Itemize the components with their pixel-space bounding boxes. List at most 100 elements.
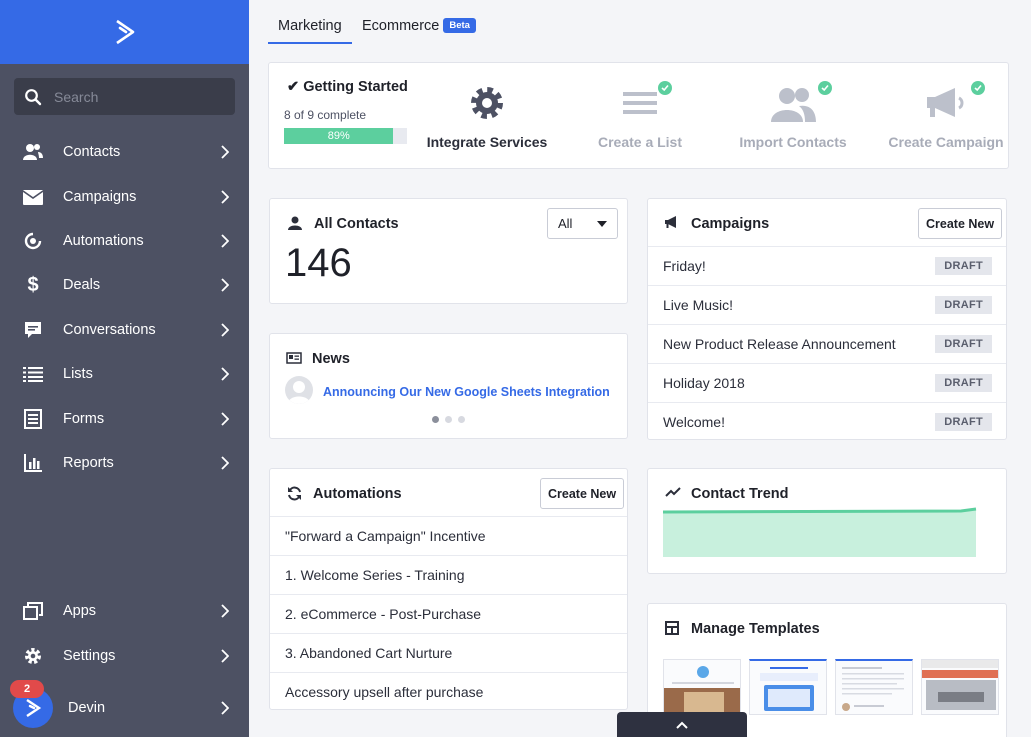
carousel-dot[interactable] xyxy=(445,416,452,423)
step-integrate-services[interactable]: Integrate Services xyxy=(412,81,562,150)
create-automation-button[interactable]: Create New xyxy=(540,478,625,509)
campaign-row[interactable]: Welcome! DRAFT xyxy=(648,402,1006,439)
list-icon xyxy=(22,363,44,385)
contact-count: 146 xyxy=(285,241,352,285)
contacts-filter-select[interactable]: All xyxy=(547,208,618,239)
campaign-row[interactable]: Live Music! DRAFT xyxy=(648,285,1006,324)
sidebar-item-campaigns[interactable]: Campaigns xyxy=(0,177,249,217)
form-icon xyxy=(22,408,44,430)
trend-line-icon xyxy=(665,486,681,502)
sidebar-item-label: Conversations xyxy=(63,322,156,338)
getting-started-title: ✔ Getting Started xyxy=(287,79,408,95)
carousel-dot[interactable] xyxy=(432,416,439,423)
contact-trend-card: Contact Trend xyxy=(647,468,1007,574)
campaign-name: Holiday 2018 xyxy=(663,375,745,391)
megaphone-icon xyxy=(927,88,964,117)
step-label: Integrate Services xyxy=(426,134,548,150)
automation-row[interactable]: 2. eCommerce - Post-Purchase xyxy=(270,594,627,633)
chevron-right-icon xyxy=(221,456,229,470)
chevron-right-icon xyxy=(221,701,229,715)
automation-row[interactable]: Accessory upsell after purchase xyxy=(270,672,627,709)
tab-label: Marketing xyxy=(278,18,342,34)
progress-bar: 89% xyxy=(284,128,407,144)
chevron-right-icon xyxy=(221,234,229,248)
chevron-right-icon xyxy=(221,145,229,159)
chevron-right-icon xyxy=(221,323,229,337)
status-badge: DRAFT xyxy=(935,257,992,275)
tab-label: Ecommerce xyxy=(362,18,440,34)
chevron-right-icon xyxy=(221,278,229,292)
campaign-name: Live Music! xyxy=(663,297,734,313)
sidebar-item-automations[interactable]: Automations xyxy=(0,221,249,261)
beta-badge: Beta xyxy=(443,18,476,33)
contact-trend-chart xyxy=(663,507,977,557)
status-badge: DRAFT xyxy=(935,335,992,353)
step-create-a-list[interactable]: Create a List xyxy=(565,81,715,150)
carousel-dot[interactable] xyxy=(458,416,465,423)
template-thumbnail[interactable] xyxy=(835,659,913,715)
step-label: Create a List xyxy=(597,134,683,150)
template-thumbnail[interactable] xyxy=(921,659,999,715)
all-contacts-title: All Contacts xyxy=(288,216,399,232)
envelope-icon xyxy=(22,186,44,208)
sidebar-item-settings[interactable]: Settings xyxy=(0,636,249,676)
search-input[interactable] xyxy=(54,88,224,105)
gear-icon xyxy=(471,87,503,119)
tab-ecommerce[interactable]: Ecommerce Beta xyxy=(362,18,476,42)
caret-down-icon xyxy=(597,221,607,227)
automations-title-text: Automations xyxy=(313,486,402,502)
template-thumbnail[interactable] xyxy=(749,659,827,715)
sidebar-item-deals[interactable]: $ Deals xyxy=(0,265,249,305)
sidebar-item-label: Reports xyxy=(63,455,114,471)
trend-line xyxy=(663,507,977,514)
notification-badge[interactable]: 2 xyxy=(10,680,44,698)
automation-row[interactable]: 1. Welcome Series - Training xyxy=(270,555,627,594)
step-create-campaign[interactable]: Create Campaign xyxy=(871,81,1008,150)
campaign-row[interactable]: Holiday 2018 DRAFT xyxy=(648,363,1006,402)
check-icon xyxy=(818,81,832,95)
news-card: News Announcing Our New Google Sheets In… xyxy=(269,333,628,439)
user-name: Devin xyxy=(68,700,106,716)
automations-card: Automations Create New "Forward a Campai… xyxy=(269,468,628,710)
campaign-name: Welcome! xyxy=(663,414,725,430)
check-icon xyxy=(971,81,985,95)
sidebar-item-apps[interactable]: Apps xyxy=(0,591,249,631)
campaign-row[interactable]: Friday! DRAFT xyxy=(648,246,1006,285)
chevron-up-icon xyxy=(676,721,688,729)
tab-marketing[interactable]: Marketing xyxy=(268,18,352,44)
create-campaign-button[interactable]: Create New xyxy=(918,208,1003,239)
search-box[interactable] xyxy=(14,78,235,115)
automation-row[interactable]: 3. Abandoned Cart Nurture xyxy=(270,633,627,672)
all-contacts-title-text: All Contacts xyxy=(314,216,399,232)
scroll-to-top-tab[interactable] xyxy=(617,712,747,737)
contacts-icon xyxy=(771,88,816,122)
getting-started-subtitle: 8 of 9 complete xyxy=(284,108,367,122)
news-title: News xyxy=(286,351,350,367)
step-label: Import Contacts xyxy=(739,134,847,150)
activecampaign-logo-icon[interactable] xyxy=(114,19,136,45)
step-import-contacts[interactable]: Import Contacts xyxy=(718,81,868,150)
campaign-row[interactable]: New Product Release Announcement DRAFT xyxy=(648,324,1006,363)
sidebar-item-lists[interactable]: Lists xyxy=(0,354,249,394)
sidebar-item-contacts[interactable]: Contacts xyxy=(0,132,249,172)
sidebar-item-forms[interactable]: Forms xyxy=(0,399,249,439)
getting-started-title-text: Getting Started xyxy=(303,79,408,95)
sidebar-item-label: Apps xyxy=(63,603,97,619)
sidebar-item-label: Forms xyxy=(63,411,105,427)
newspaper-icon xyxy=(286,351,302,367)
status-badge: DRAFT xyxy=(935,296,992,314)
sidebar-item-reports[interactable]: Reports xyxy=(0,443,249,483)
contacts-icon xyxy=(22,141,44,163)
person-icon xyxy=(288,216,304,232)
campaigns-card: Campaigns Create New Friday! DRAFT Live M… xyxy=(647,198,1007,440)
automation-row[interactable]: "Forward a Campaign" Incentive xyxy=(270,516,627,555)
template-thumbnail[interactable] xyxy=(663,659,741,715)
sidebar-item-label: Contacts xyxy=(63,144,121,160)
news-title-text: News xyxy=(312,351,350,367)
sidebar-item-conversations[interactable]: Conversations xyxy=(0,310,249,350)
status-badge: DRAFT xyxy=(935,413,992,431)
carousel-dots xyxy=(432,416,465,423)
chevron-right-icon xyxy=(221,190,229,204)
news-headline-link[interactable]: Announcing Our New Google Sheets Integra… xyxy=(323,385,610,399)
sidebar: Contacts Campaigns Automations $ Deals C… xyxy=(0,0,249,737)
